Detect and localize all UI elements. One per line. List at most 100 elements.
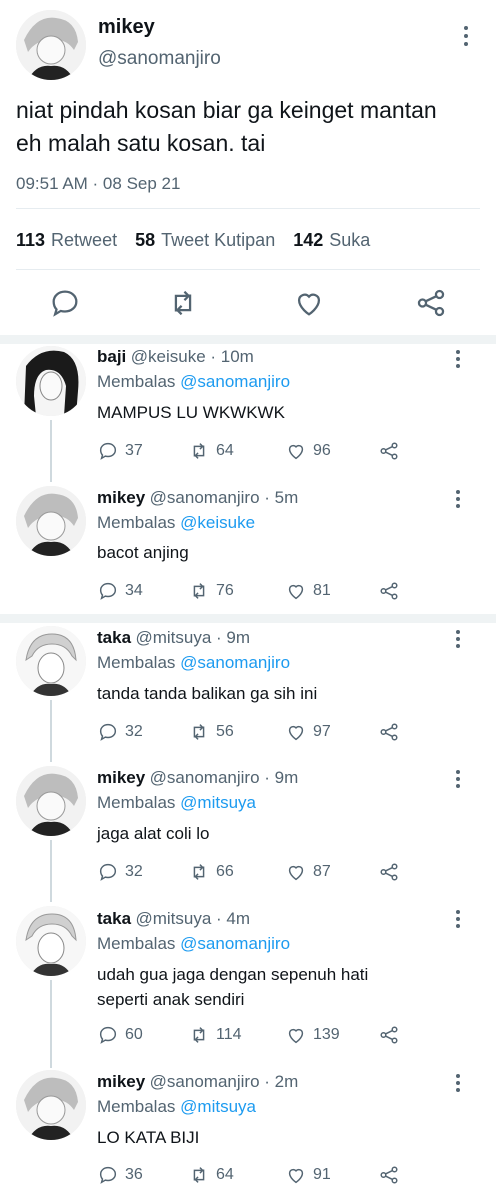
like-action[interactable]: 97 (285, 721, 331, 743)
avatar[interactable] (16, 346, 86, 416)
replying-to-link[interactable]: @mitsuya (180, 1097, 256, 1116)
reply-author-name[interactable]: taka (97, 628, 131, 647)
reply-action[interactable]: 32 (97, 721, 143, 743)
avatar[interactable] (16, 1070, 86, 1140)
reply-action[interactable]: 36 (97, 1164, 143, 1186)
reply-text: jaga alat coli lo (97, 821, 209, 846)
more-options-icon[interactable] (448, 346, 468, 374)
avatar[interactable] (16, 486, 86, 556)
more-options-icon[interactable] (456, 22, 476, 50)
more-options-icon[interactable] (448, 486, 468, 514)
replying-label: Membalas (97, 372, 176, 391)
reply-author-handle[interactable]: @sanomanjiro · 9m (150, 768, 299, 787)
reply-icon (99, 723, 117, 741)
reply-author-handle[interactable]: @sanomanjiro · 2m (150, 1072, 299, 1091)
avatar[interactable] (16, 10, 86, 80)
reply-action[interactable]: 37 (97, 440, 143, 462)
reply-author-name[interactable]: mikey (97, 488, 145, 507)
reply-icon (99, 582, 117, 600)
replying-label: Membalas (97, 653, 176, 672)
reply-author-handle[interactable]: @keisuke · 10m (131, 347, 254, 366)
reply-text-line: MAMPUS LU WKWKWK (97, 403, 285, 422)
retweet-action[interactable]: 66 (188, 861, 234, 883)
replying-to-link[interactable]: @mitsuya (180, 793, 256, 812)
like-action[interactable]: 96 (285, 440, 331, 462)
reply-author-handle[interactable]: @mitsuya · 9m (135, 628, 250, 647)
share-action[interactable] (378, 721, 400, 743)
like-icon (288, 584, 304, 600)
share-icon[interactable] (414, 286, 448, 320)
retweet-icon[interactable] (166, 286, 200, 320)
avatar[interactable] (16, 906, 86, 976)
retweet-action[interactable]: 114 (188, 1024, 242, 1046)
like-icon[interactable] (292, 286, 326, 320)
reply-author-handle[interactable]: @mitsuya · 4m (135, 909, 250, 928)
reply-text-line: LO KATA BIJI (97, 1128, 200, 1147)
reply-text: LO KATA BIJI (97, 1125, 199, 1150)
like-action[interactable]: 87 (285, 861, 331, 883)
replying-to-link[interactable]: @sanomanjiro (180, 934, 290, 953)
more-options-icon[interactable] (448, 626, 468, 654)
like-count: 97 (313, 723, 331, 740)
avatar[interactable] (16, 766, 86, 836)
retweet-action[interactable]: 64 (188, 1164, 234, 1186)
reply-author-name[interactable]: baji (97, 347, 126, 366)
share-icon (380, 442, 398, 460)
more-options-icon[interactable] (448, 906, 468, 934)
reply-action[interactable]: 34 (97, 580, 143, 602)
reply-author-name[interactable]: taka (97, 909, 131, 928)
like-count: 81 (313, 582, 331, 599)
retweet-count: 56 (216, 723, 234, 740)
tweet-text: niat pindah kosan biar ga keinget mantan… (16, 94, 486, 160)
thread-line (50, 980, 52, 1068)
like-label[interactable]: Suka (329, 230, 370, 251)
reply-author-name[interactable]: mikey (97, 1072, 145, 1091)
reply-action[interactable]: 32 (97, 861, 143, 883)
reply-text: MAMPUS LU WKWKWK (97, 400, 285, 425)
like-icon (288, 444, 304, 460)
reply-text-line: udah gua jaga dengan sepenuh hati (97, 965, 369, 984)
retweet-count: 64 (216, 1166, 234, 1183)
avatar[interactable] (16, 626, 86, 696)
like-icon (288, 865, 304, 881)
tweet-timestamp[interactable]: 09:51 AM · 08 Sep 21 (16, 174, 180, 194)
thread-line (50, 700, 52, 762)
reply-count: 60 (125, 1026, 143, 1043)
like-count: 96 (313, 442, 331, 459)
retweet-label[interactable]: Retweet (51, 230, 117, 251)
like-icon (288, 1168, 304, 1184)
retweet-action[interactable]: 76 (188, 580, 234, 602)
like-action[interactable]: 91 (285, 1164, 331, 1186)
author-name[interactable]: mikey (98, 16, 155, 39)
replying-to-link[interactable]: @keisuke (180, 513, 255, 532)
quote-count[interactable]: 58 (135, 230, 155, 251)
retweet-action[interactable]: 56 (188, 721, 234, 743)
share-action[interactable] (378, 861, 400, 883)
share-action[interactable] (378, 1164, 400, 1186)
reply-icon[interactable] (48, 286, 82, 320)
replying-to-link[interactable]: @sanomanjiro (180, 372, 290, 391)
retweet-action[interactable]: 64 (188, 440, 234, 462)
more-options-icon[interactable] (448, 1070, 468, 1098)
share-action[interactable] (378, 580, 400, 602)
reply-text-line: jaga alat coli lo (97, 824, 210, 843)
share-action[interactable] (378, 440, 400, 462)
reply-author-name[interactable]: mikey (97, 768, 145, 787)
share-action[interactable] (378, 1024, 400, 1046)
retweet-count[interactable]: 113 (16, 230, 45, 251)
retweet-count: 114 (216, 1026, 242, 1043)
like-action[interactable]: 139 (285, 1024, 340, 1046)
share-icon (380, 723, 398, 741)
author-handle[interactable]: @sanomanjiro (98, 48, 221, 70)
like-count[interactable]: 142 (293, 230, 323, 251)
more-options-icon[interactable] (448, 766, 468, 794)
reply-count: 34 (125, 582, 143, 599)
like-action[interactable]: 81 (285, 580, 331, 602)
reply-author-handle[interactable]: @sanomanjiro · 5m (150, 488, 299, 507)
reply-action[interactable]: 60 (97, 1024, 143, 1046)
replying-label: Membalas (97, 1097, 176, 1116)
reply-count: 37 (125, 442, 143, 459)
replying-to-link[interactable]: @sanomanjiro (180, 653, 290, 672)
tweet-text-line: niat pindah kosan biar ga keinget mantan (16, 97, 437, 123)
quote-label[interactable]: Tweet Kutipan (161, 230, 275, 251)
